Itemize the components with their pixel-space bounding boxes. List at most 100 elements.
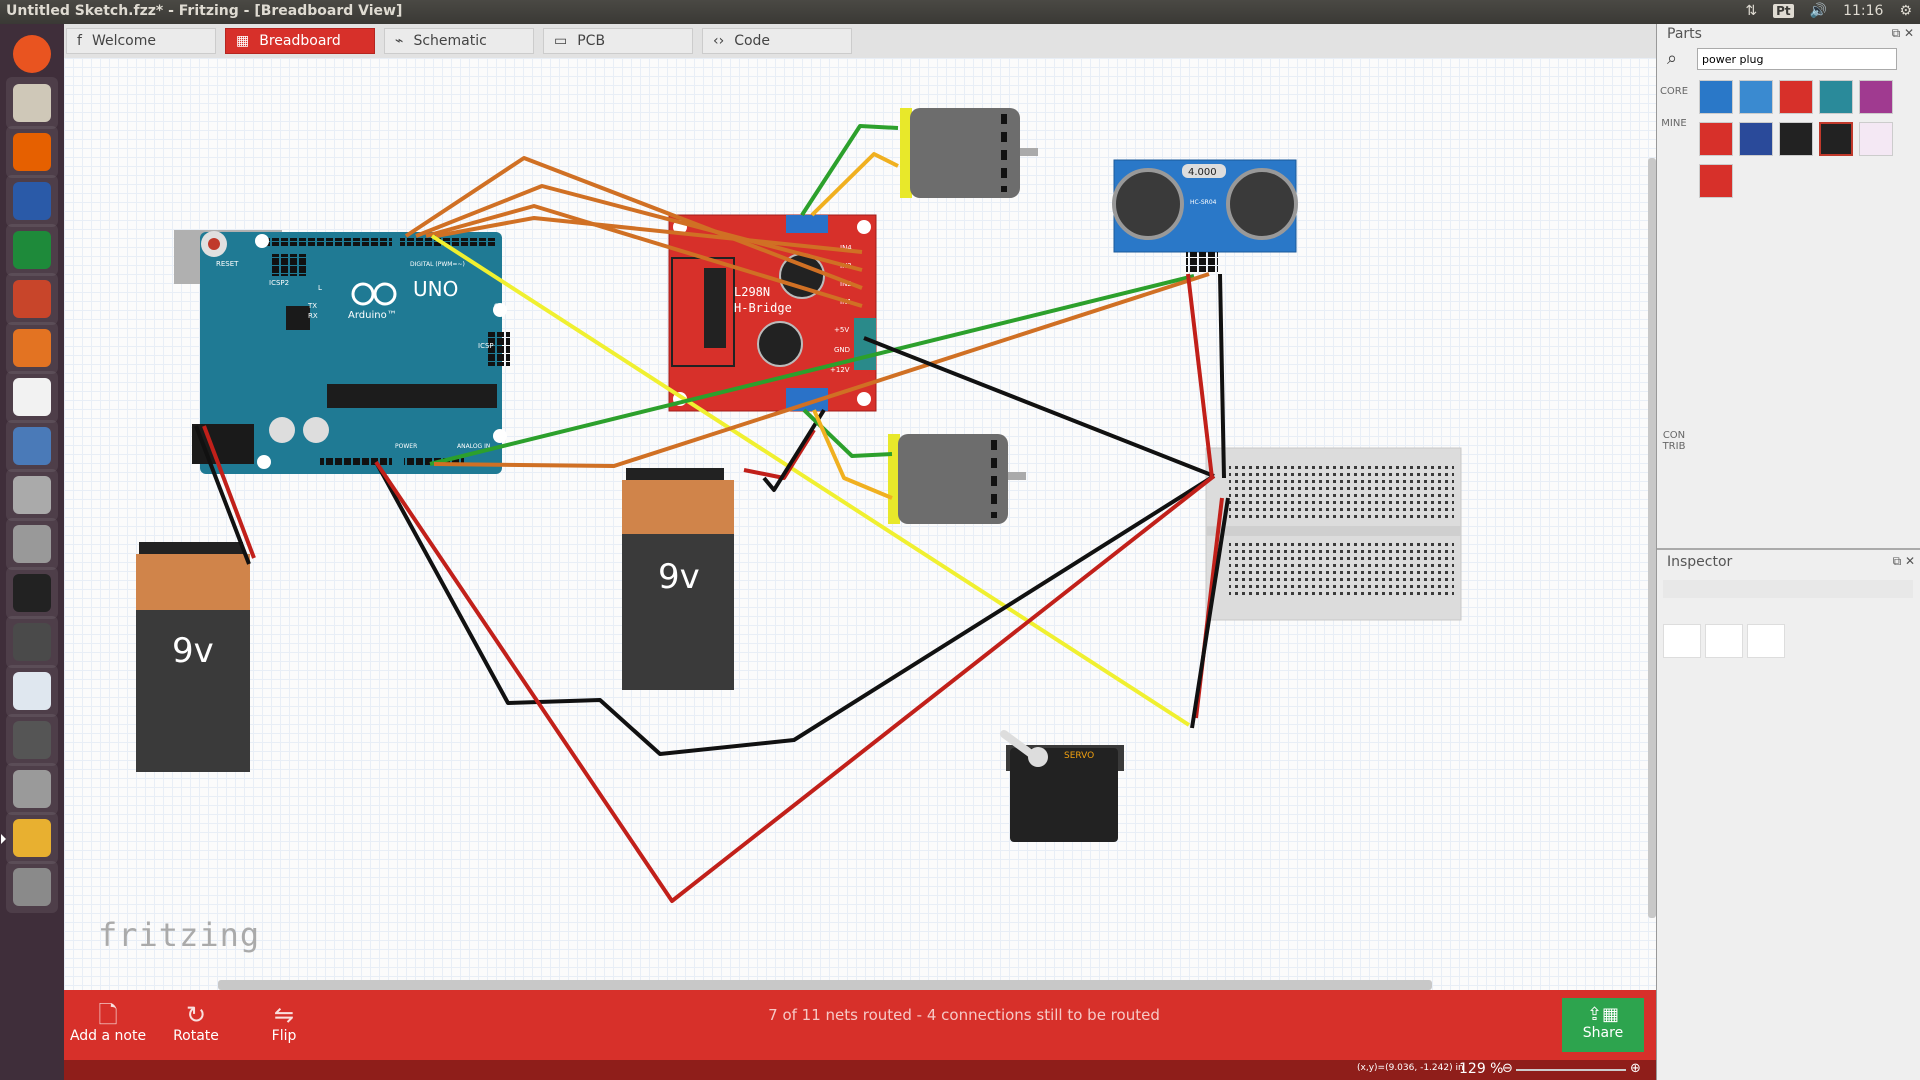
pin-label: +12V [830, 366, 850, 374]
software-center-icon[interactable] [6, 322, 58, 374]
search-icon[interactable]: ⌕ [1667, 48, 1677, 69]
add-note-label: Add a note [69, 1028, 147, 1044]
inspector-view-box [1747, 624, 1785, 658]
rotate-button[interactable]: ↻ Rotate [156, 1002, 236, 1044]
digital-label: DIGITAL (PWM=~) [410, 261, 465, 268]
settings-icon[interactable] [6, 420, 58, 472]
hbridge-subname: H-Bridge [734, 301, 792, 315]
trash-icon[interactable] [6, 861, 58, 913]
inspector-panel: Inspector ⧉ ✕ [1657, 548, 1920, 1080]
zoom-in-icon[interactable]: ⊕ [1630, 1061, 1641, 1076]
inspector-title-field [1663, 580, 1913, 598]
tab-breadboard[interactable]: ▦ Breadboard [225, 28, 375, 54]
trash-icon-glyph [13, 868, 51, 906]
hc-sr04-sensor[interactable]: 4.000 HC-SR04 [1112, 159, 1298, 272]
part-thumbnail[interactable] [1739, 122, 1773, 156]
part-thumbnail[interactable] [1819, 80, 1853, 114]
code-icon: ‹› [713, 33, 725, 49]
dc-motor-top[interactable] [900, 108, 1038, 198]
bin-core[interactable]: CORE [1659, 86, 1689, 97]
sublime-icon[interactable] [6, 616, 58, 668]
part-thumbnail[interactable] [1859, 80, 1893, 114]
clock[interactable]: 11:16 [1843, 3, 1883, 19]
zoom-level: 129 % [1459, 1061, 1504, 1077]
tab-welcome[interactable]: f Welcome [66, 28, 216, 54]
sensor-display: 4.000 [1188, 167, 1217, 178]
bottom-toolbar: 🗋 Add a note ↻ Rotate ⇋ Flip 7 of 11 net… [64, 990, 1656, 1060]
part-thumbnail[interactable] [1699, 80, 1733, 114]
parts-search-input[interactable] [1697, 48, 1897, 70]
chrome-icon[interactable] [6, 665, 58, 717]
volume-icon[interactable]: 🔊 [1810, 3, 1827, 19]
breadboard[interactable] [1205, 447, 1462, 621]
drive-icon[interactable] [6, 518, 58, 570]
terminal-icon[interactable] [6, 567, 58, 619]
ubuntu-dash-icon[interactable] [6, 28, 58, 80]
schematic-icon: ⌁ [395, 33, 404, 49]
rotate-label: Rotate [173, 1028, 219, 1044]
routing-status[interactable]: 7 of 11 nets routed - 4 connections stil… [464, 1006, 1464, 1024]
part-thumbnail[interactable] [1739, 80, 1773, 114]
tab-pcb[interactable]: ▭ PCB [543, 28, 693, 54]
bin-contrib[interactable]: CON TRIB [1659, 430, 1689, 452]
help-icon[interactable] [6, 763, 58, 815]
part-thumbnail-selected[interactable] [1819, 122, 1853, 156]
fritzing-icon-glyph [13, 819, 51, 857]
close-icon[interactable]: ⧉ ✕ [1892, 26, 1914, 41]
icsp-label: ICSP [478, 342, 494, 350]
bin-mine[interactable]: MINE [1659, 118, 1689, 129]
pin-label: +5V [834, 326, 849, 334]
vertical-scrollbar[interactable] [1648, 158, 1656, 918]
tab-label: PCB [577, 33, 606, 49]
dc-motor-bottom[interactable] [888, 434, 1026, 524]
zoom-out-icon[interactable]: ⊖ [1502, 1061, 1513, 1076]
flip-button[interactable]: ⇋ Flip [244, 1002, 324, 1044]
part-thumbnail[interactable] [1699, 122, 1733, 156]
welcome-icon: f [77, 33, 82, 49]
part-thumbnail[interactable] [1779, 80, 1813, 114]
impress-icon-glyph [13, 280, 51, 318]
firefox-icon[interactable] [6, 126, 58, 178]
zoom-slider[interactable] [1516, 1069, 1626, 1071]
arduino-uno[interactable]: RESET ICSP2 UNO Arduino™ L TX RX ICSP DI… [174, 230, 510, 474]
flip-label: Flip [271, 1028, 297, 1044]
parts-title: Parts [1667, 26, 1702, 42]
part-thumbnail[interactable] [1779, 122, 1813, 156]
share-button[interactable]: ⇪▦ Share [1562, 998, 1644, 1052]
chrome-icon-glyph [13, 672, 51, 710]
horizontal-scrollbar[interactable] [218, 980, 1432, 990]
battery-middle[interactable]: 9v [622, 468, 734, 690]
icsp2-label: ICSP2 [269, 279, 289, 287]
battery-label: 9v [172, 631, 214, 671]
window-title: Untitled Sketch.fzz* - Fritzing - [Bread… [6, 3, 403, 19]
part-thumbnail[interactable] [1859, 122, 1893, 156]
l-led-label: L [318, 284, 322, 292]
battery-left[interactable]: 9v [136, 542, 250, 772]
software-center-icon-glyph [13, 329, 51, 367]
gear-icon[interactable]: ⚙ [1899, 3, 1912, 19]
files-icon[interactable] [6, 77, 58, 129]
tab-label: Breadboard [259, 33, 341, 49]
note-icon: 🗋 [98, 1001, 118, 1029]
pcb-icon: ▭ [554, 33, 568, 49]
fritzing-icon[interactable] [1, 812, 58, 864]
calc-icon[interactable] [6, 224, 58, 276]
disk-icon[interactable] [6, 469, 58, 521]
add-note-button[interactable]: 🗋 Add a note [68, 1002, 148, 1044]
sort-icon[interactable]: ⇅ [1745, 3, 1757, 19]
tab-code[interactable]: ‹› Code [702, 28, 852, 54]
amazon-icon[interactable] [6, 371, 58, 423]
keyboard-icon[interactable]: Pt [1773, 4, 1794, 18]
tab-schematic[interactable]: ⌁ Schematic [384, 28, 534, 54]
impress-icon[interactable] [6, 273, 58, 325]
breadboard-canvas[interactable]: RESET ICSP2 UNO Arduino™ L TX RX ICSP DI… [64, 58, 1656, 990]
close-icon[interactable]: ⧉ ✕ [1893, 554, 1915, 569]
servo-motor[interactable]: SERVO [1000, 730, 1124, 842]
writer-icon[interactable] [6, 175, 58, 227]
part-thumbnail[interactable] [1699, 164, 1733, 198]
pin-label: GND [834, 346, 850, 354]
settings-icon-glyph [13, 427, 51, 465]
breadboard-icon: ▦ [236, 33, 250, 49]
updater-icon[interactable] [6, 714, 58, 766]
share-icon: ⇪▦ [1586, 1004, 1620, 1025]
